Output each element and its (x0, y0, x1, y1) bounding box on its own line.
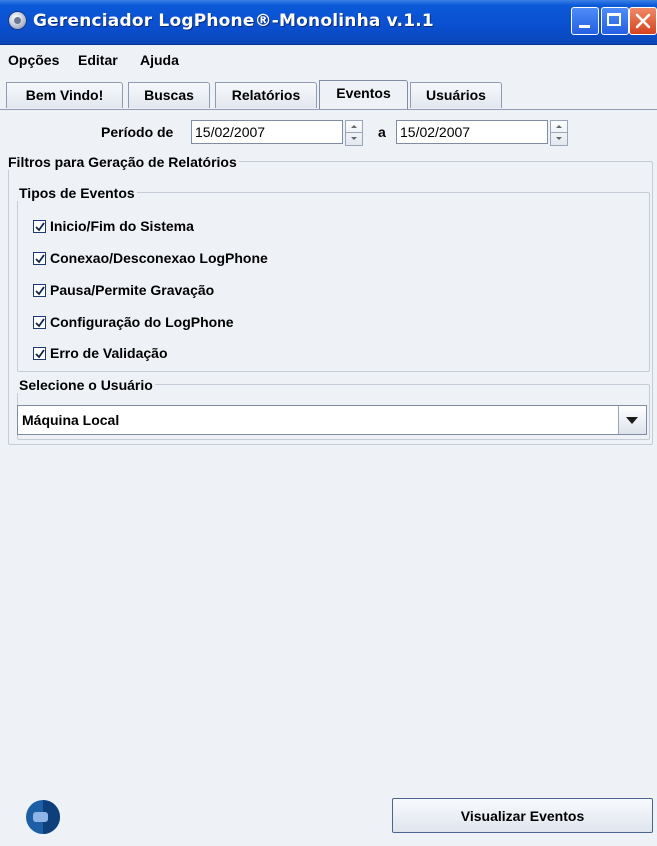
menu-editar[interactable]: Editar (78, 52, 118, 68)
spinner-down-icon[interactable] (556, 137, 562, 140)
tab-relatorios[interactable]: Relatórios (215, 82, 317, 108)
menu-opcoes[interactable]: Opções (8, 52, 59, 68)
user-select-value: Máquina Local (22, 412, 120, 428)
checkbox-checked-icon[interactable] (33, 252, 46, 265)
period-separator: a (378, 124, 386, 140)
dropdown-arrow-icon[interactable] (618, 406, 646, 434)
tab-buscas[interactable]: Buscas (128, 82, 210, 108)
date-from-input[interactable] (191, 120, 343, 144)
spinner-up-icon[interactable] (351, 125, 357, 128)
date-from-spinner[interactable] (345, 120, 363, 146)
close-button[interactable] (629, 7, 657, 35)
menu-bar: Opções Editar Ajuda (0, 45, 657, 75)
menu-ajuda[interactable]: Ajuda (140, 52, 179, 68)
checkbox-label: Configuração do LogPhone (50, 314, 234, 330)
minimize-button[interactable] (571, 7, 599, 35)
view-events-button[interactable]: Visualizar Eventos (392, 798, 653, 833)
filters-group-title: Filtros para Geração de Relatórios (6, 154, 239, 170)
spinner-up-icon[interactable] (556, 125, 562, 128)
app-window: Gerenciador LogPhone®-Monolinha v.1.1 Op… (0, 0, 657, 846)
period-label: Período de (101, 124, 174, 140)
date-to-spinner[interactable] (550, 120, 568, 146)
checkbox-label: Erro de Validação (50, 345, 168, 361)
tab-strip: Bem Vindo! Buscas Relatórios Eventos Usu… (0, 76, 657, 110)
logphone-logo-icon (26, 800, 60, 834)
tab-divider (0, 109, 657, 110)
spinner-down-icon[interactable] (351, 137, 357, 140)
title-bar[interactable]: Gerenciador LogPhone®-Monolinha v.1.1 (0, 0, 657, 45)
user-select-combobox[interactable]: Máquina Local (17, 405, 647, 435)
maximize-button[interactable] (601, 7, 629, 35)
checkbox-checked-icon[interactable] (33, 316, 46, 329)
tab-usuarios[interactable]: Usuários (410, 82, 502, 108)
event-types-title: Tipos de Eventos (17, 185, 137, 201)
user-select-title: Selecione o Usuário (17, 377, 155, 393)
checkbox-label: Inicio/Fim do Sistema (50, 218, 194, 234)
close-icon (635, 13, 651, 29)
checkbox-checked-icon[interactable] (33, 220, 46, 233)
checkbox-label: Pausa/Permite Gravação (50, 282, 215, 298)
date-to-input[interactable] (396, 120, 548, 144)
checkbox-checked-icon[interactable] (33, 284, 46, 297)
checkbox-label: Conexao/Desconexao LogPhone (50, 250, 268, 266)
checkbox-checked-icon[interactable] (33, 347, 46, 360)
tab-eventos[interactable]: Eventos (319, 80, 408, 110)
window-title: Gerenciador LogPhone®-Monolinha v.1.1 (33, 11, 434, 31)
app-icon (9, 12, 26, 29)
tab-bem-vindo[interactable]: Bem Vindo! (6, 82, 123, 108)
